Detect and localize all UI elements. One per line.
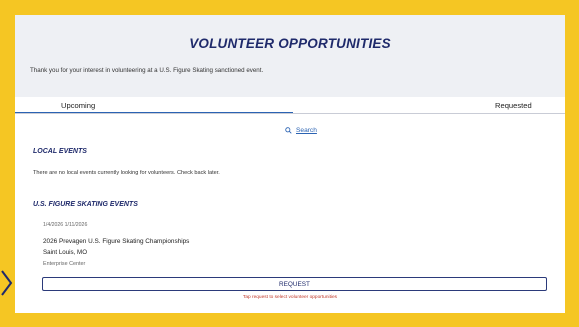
- request-hint: Tap request to select volunteer opportun…: [242, 295, 338, 300]
- page-header: VOLUNTEER OPPORTUNITIES Thank you for yo…: [15, 15, 565, 97]
- event-dates: 1/4/2026 1/11/2026: [43, 222, 88, 228]
- active-tab-indicator: [15, 112, 293, 113]
- search-link[interactable]: Search: [285, 127, 317, 134]
- event-location: Saint Louis, MO: [43, 249, 88, 256]
- arrow-right-icon: [1, 270, 13, 296]
- local-events-message: There are no local events currently look…: [33, 170, 220, 176]
- page-title: VOLUNTEER OPPORTUNITIES: [189, 36, 391, 51]
- event-venue: Enterprise Center: [43, 261, 86, 267]
- event-name: 2026 Prevagen U.S. Figure Skating Champi…: [43, 238, 190, 245]
- usfs-events-heading: U.S. FIGURE SKATING EVENTS: [33, 201, 138, 208]
- tab-upcoming[interactable]: Upcoming: [61, 101, 95, 110]
- request-button[interactable]: REQUEST: [42, 277, 547, 291]
- volunteer-card: VOLUNTEER OPPORTUNITIES Thank you for yo…: [15, 15, 565, 313]
- local-events-heading: LOCAL EVENTS: [33, 148, 87, 155]
- search-label: Search: [296, 127, 317, 134]
- intro-text: Thank you for your interest in volunteer…: [30, 67, 264, 74]
- tab-requested[interactable]: Requested: [495, 101, 532, 110]
- search-icon: [285, 127, 292, 134]
